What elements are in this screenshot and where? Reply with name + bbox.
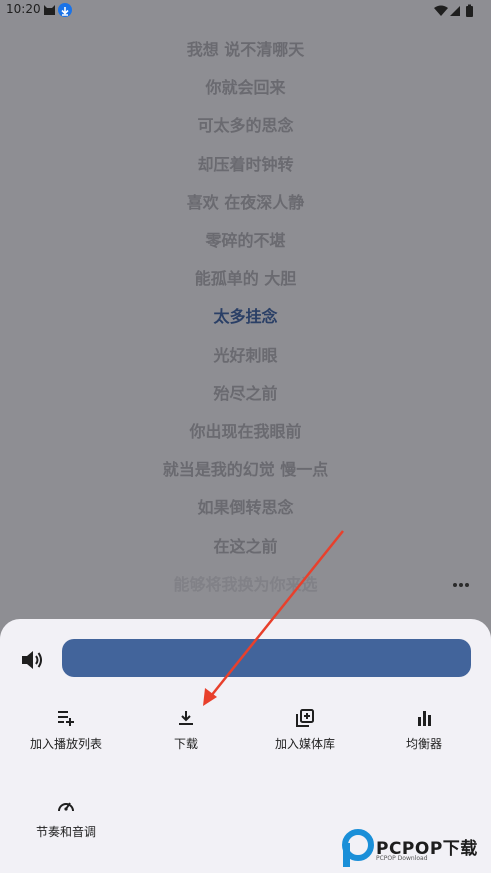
pcpop-logo-icon xyxy=(342,829,374,867)
download-icon xyxy=(179,711,193,725)
download-button[interactable]: 下载 xyxy=(126,709,246,752)
lyric-line[interactable]: 殆尽之前 xyxy=(0,380,491,404)
lyric-line[interactable]: 光好刺眼 xyxy=(0,342,491,366)
lyric-line[interactable]: 能够将我换为你来选 xyxy=(0,571,491,595)
equalizer-icon xyxy=(418,711,431,726)
lyric-line-active[interactable]: 太多挂念 xyxy=(0,303,491,327)
volume-icon[interactable] xyxy=(20,649,44,671)
add-to-playlist-button[interactable]: 加入播放列表 xyxy=(6,709,126,752)
tempo-pitch-label: 节奏和音调 xyxy=(35,825,96,839)
add-to-library-label: 加入媒体库 xyxy=(274,737,335,751)
volume-slider[interactable] xyxy=(62,639,471,677)
lyric-line[interactable]: 你就会回来 xyxy=(0,74,491,98)
lyric-line[interactable]: 能孤单的 大胆 xyxy=(0,265,491,289)
equalizer-label: 均衡器 xyxy=(405,737,442,751)
add-to-library-button[interactable]: 加入媒体库 xyxy=(245,709,365,752)
lyric-line[interactable]: 可太多的思念 xyxy=(0,112,491,136)
lyric-line[interactable]: 却压着时钟转 xyxy=(0,151,491,175)
lyric-line[interactable]: 如果倒转思念 xyxy=(0,494,491,518)
equalizer-button[interactable]: 均衡器 xyxy=(364,709,484,752)
add-to-playlist-label: 加入播放列表 xyxy=(29,737,102,751)
lyric-line[interactable]: 零碎的不堪 xyxy=(0,227,491,251)
playlist-add-icon xyxy=(58,711,74,726)
status-bar: 10:20 xyxy=(0,0,491,22)
lyric-line[interactable]: 喜欢 在夜深人静 xyxy=(0,189,491,213)
status-time: 10:20 xyxy=(6,2,41,16)
speed-icon xyxy=(58,802,74,812)
lyric-line[interactable]: 我想 说不清哪天 xyxy=(0,36,491,60)
tempo-pitch-button[interactable]: 节奏和音调 xyxy=(6,797,126,840)
battery-icon xyxy=(466,6,473,17)
more-options-icon[interactable] xyxy=(451,576,471,594)
wifi-icon xyxy=(434,5,448,16)
lyric-line[interactable]: 在这之前 xyxy=(0,533,491,557)
signal-icon xyxy=(450,6,460,16)
cat-icon xyxy=(44,5,55,15)
download-notification-icon xyxy=(58,3,72,17)
watermark: PCPOP下载 PCPOP Download xyxy=(338,826,491,873)
lyric-line[interactable]: 你出现在我眼前 xyxy=(0,418,491,442)
library-add-icon xyxy=(296,709,314,727)
watermark-sub: PCPOP Download xyxy=(376,855,428,862)
lyric-line[interactable]: 就当是我的幻觉 慢一点 xyxy=(0,456,491,480)
status-icons xyxy=(434,4,473,17)
download-label: 下载 xyxy=(173,737,198,751)
